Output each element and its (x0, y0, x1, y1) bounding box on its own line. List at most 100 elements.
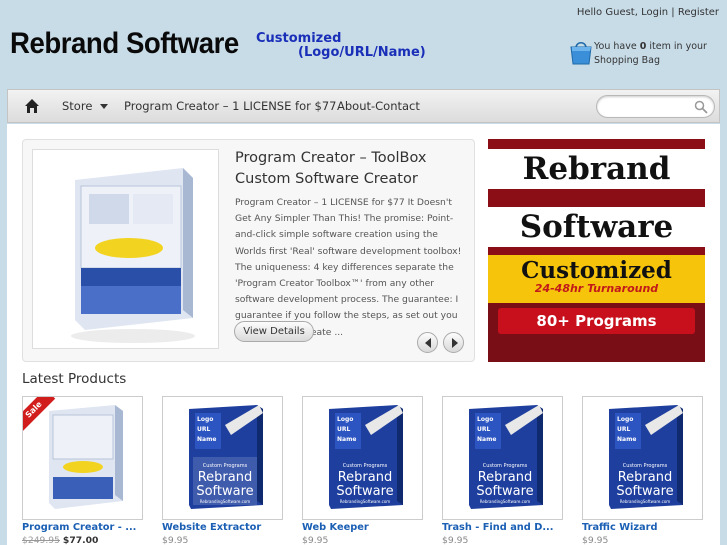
banner-programs: 80+ Programs (498, 308, 695, 334)
rebrand-box-image: Logo URL Name Custom Programs Rebrand So… (609, 405, 683, 509)
rebrand-box-image: Logo URL Name Custom Programs Rebrand So… (329, 405, 403, 509)
banner-software: Software (488, 199, 705, 259)
box-custom-text: Custom Programs (623, 463, 668, 469)
product-thumbnail[interactable]: Logo URL Name Custom Programs Rebrand So… (162, 396, 283, 520)
rebrand-box-image: Logo URL Name Custom Programs Rebrand So… (189, 405, 263, 509)
box-custom-text: Custom Programs (203, 463, 248, 469)
product-name[interactable]: Website Extractor (162, 522, 261, 533)
box-label-logo: Logo (477, 416, 493, 423)
account-links: Hello Guest, Login | Register (577, 7, 719, 18)
box-rebrand-text: Rebrand (618, 470, 673, 485)
logo-tagline: Customized (Logo/URL/Name) (256, 32, 426, 60)
box-software-text: Software (616, 484, 673, 499)
banner-line1: Rebrand (488, 149, 705, 189)
box-site-text: RebrandingSoftware.com (620, 499, 671, 504)
box-label-logo: Logo (617, 416, 633, 423)
product-name[interactable]: Program Creator - ... (22, 522, 136, 533)
featured-slider: Program Creator – ToolBox Custom Softwar… (22, 139, 475, 362)
tagline-line1: Customized (256, 31, 342, 46)
box-label-name: Name (617, 436, 636, 443)
product-name[interactable]: Trash - Find and D... (442, 522, 554, 533)
site-logo[interactable]: Rebrand Software (10, 27, 239, 61)
product-price: $9.95 (442, 535, 469, 545)
nav-item-store[interactable]: Store (62, 99, 109, 113)
box-label-name: Name (337, 436, 356, 443)
box-label-url: URL (197, 426, 210, 433)
cart-prefix: You have (594, 41, 637, 52)
product-thumbnail[interactable]: Logo URL Name Custom Programs Rebrand So… (442, 396, 563, 520)
box-label-name: Name (197, 436, 216, 443)
box-custom-text: Custom Programs (483, 463, 528, 469)
nav-item-program-creator[interactable]: Program Creator – 1 LICENSE for $77 (124, 99, 336, 113)
software-box-image (71, 168, 195, 343)
slider-prev-button[interactable] (417, 332, 438, 353)
featured-product-image[interactable] (32, 149, 219, 349)
box-rebrand-text: Rebrand (198, 470, 253, 485)
product-thumbnail[interactable]: Logo URL Name Custom Programs Rebrand So… (582, 396, 703, 520)
greeting-text: Hello Guest, (576, 7, 638, 18)
box-site-text: RebrandingSoftware.com (340, 499, 391, 504)
product-name[interactable]: Web Keeper (302, 522, 369, 533)
box-site-text: RebrandingSoftware.com (480, 499, 531, 504)
box-software-text: Software (196, 484, 253, 499)
register-link[interactable]: Register (678, 7, 719, 18)
product-thumbnail[interactable]: Logo URL Name Custom Programs Rebrand So… (302, 396, 423, 520)
box-rebrand-text: Rebrand (338, 470, 393, 485)
cart-suffix: item in your (649, 41, 707, 52)
arrow-left-icon (425, 338, 431, 348)
view-details-button[interactable]: View Details (234, 321, 314, 342)
featured-description: Program Creator – 1 LICENSE for $77 It D… (235, 197, 462, 338)
software-box-image (49, 405, 123, 509)
box-rebrand-text: Rebrand (478, 470, 533, 485)
banner-line2: Software (488, 207, 705, 247)
nav-store-label: Store (62, 99, 93, 113)
latest-products-heading: Latest Products (22, 371, 127, 387)
shopping-bag-icon[interactable] (567, 38, 595, 66)
arrow-right-icon (452, 338, 458, 348)
box-label-logo: Logo (197, 416, 213, 423)
box-software-text: Software (476, 484, 533, 499)
old-price: $249.95 (22, 535, 60, 545)
slider-next-button[interactable] (443, 332, 464, 353)
product-price: $9.95 (582, 535, 609, 545)
product-card[interactable]: Logo URL Name Custom Programs Rebrand So… (162, 396, 283, 545)
product-price: $249.95 $77.00 (22, 535, 98, 545)
box-software-text: Software (336, 484, 393, 499)
box-label-url: URL (337, 426, 350, 433)
rebrand-box-image: Logo URL Name Custom Programs Rebrand So… (469, 405, 543, 509)
product-thumbnail[interactable]: Sale (22, 396, 143, 520)
box-label-logo: Logo (337, 416, 353, 423)
sale-price: $77.00 (62, 535, 99, 545)
box-label-url: URL (477, 426, 490, 433)
login-link[interactable]: Login (641, 7, 668, 18)
box-custom-text: Custom Programs (343, 463, 388, 469)
product-price: $9.95 (302, 535, 329, 545)
promo-banner[interactable]: Rebrand Software Customized 24-48hr Turn… (488, 139, 705, 362)
home-icon[interactable] (24, 98, 40, 114)
box-site-text: RebrandingSoftware.com (200, 499, 251, 504)
search-box[interactable] (596, 95, 715, 118)
box-label-name: Name (477, 436, 496, 443)
featured-title[interactable]: Program Creator – ToolBox Custom Softwar… (235, 148, 465, 190)
product-card[interactable]: Sale Program Creator - ... $249.95 $77.0… (22, 396, 143, 545)
nav-item-about-contact[interactable]: About-Contact (337, 99, 420, 113)
chevron-down-icon (100, 104, 109, 109)
product-card[interactable]: Logo URL Name Custom Programs Rebrand So… (442, 396, 563, 545)
site-header: Rebrand Software Customized (Logo/URL/Na… (0, 0, 727, 90)
product-price: $9.95 (162, 535, 189, 545)
product-name[interactable]: Traffic Wizard (582, 522, 658, 533)
link-separator: | (671, 7, 675, 18)
search-icon[interactable] (694, 100, 708, 114)
main-content: Program Creator – ToolBox Custom Softwar… (7, 124, 720, 545)
tagline-line2: (Logo/URL/Name) (298, 45, 426, 60)
cart-count: 0 (639, 41, 647, 52)
banner-customized: Customized 24-48hr Turnaround (488, 255, 705, 303)
banner-rebrand: Rebrand (488, 139, 705, 199)
search-input[interactable] (605, 100, 695, 111)
main-nav: Store Program Creator – 1 LICENSE for $7… (7, 89, 720, 123)
product-card[interactable]: Logo URL Name Custom Programs Rebrand So… (582, 396, 703, 545)
cart-summary[interactable]: You have 0 item in your Shopping Bag (594, 40, 724, 68)
product-card[interactable]: Logo URL Name Custom Programs Rebrand So… (302, 396, 423, 545)
box-label-url: URL (617, 426, 630, 433)
cart-line2: Shopping Bag (594, 55, 661, 66)
